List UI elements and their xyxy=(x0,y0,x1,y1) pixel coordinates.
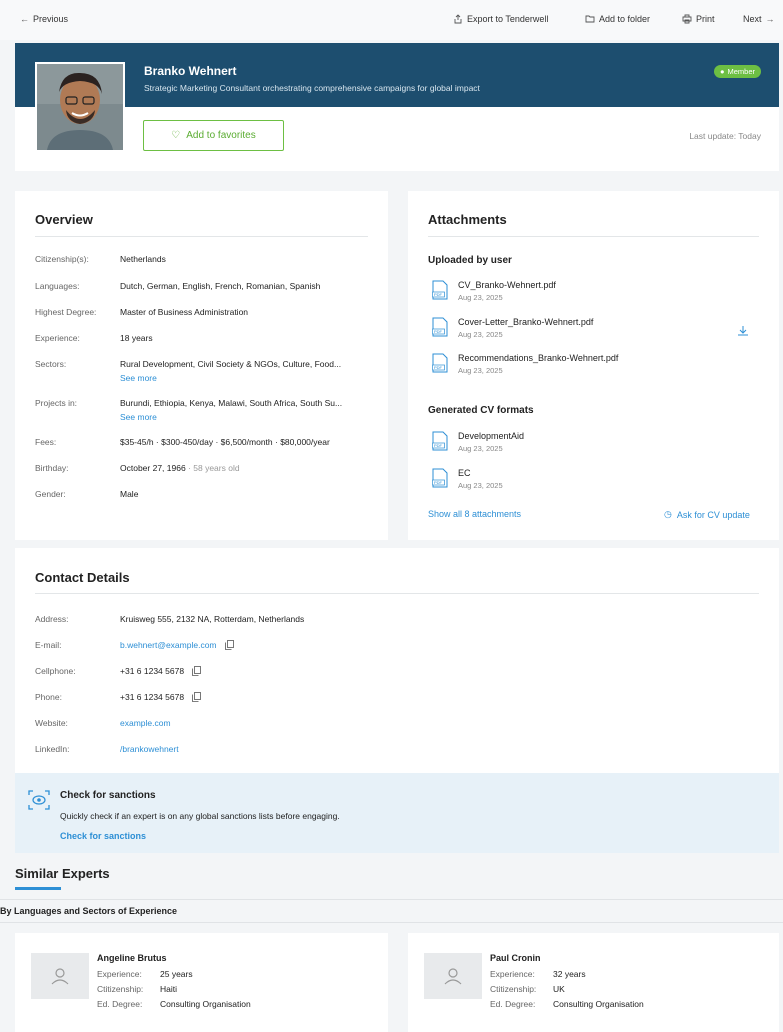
member-badge: ● Member xyxy=(713,65,761,78)
ov-value-sectors: Rural Development, Civil Society & NGOs,… xyxy=(120,359,342,369)
sectors-see-more-link[interactable]: See more xyxy=(120,373,157,383)
ov-label-citizenship: Citizenship(s): xyxy=(35,254,89,264)
attachment-file[interactable]: PDF EC Aug 23, 2025 xyxy=(432,468,503,490)
add-to-folder-button[interactable]: Add to folder xyxy=(585,14,650,24)
similar-experts-title: Similar Experts xyxy=(15,866,110,881)
profile-header: Branko Wehnert Strategic Marketing Consu… xyxy=(15,43,779,171)
profile-tagline: Strategic Marketing Consultant orchestra… xyxy=(144,83,480,93)
copy-icon[interactable] xyxy=(192,666,201,676)
ov-value-fees: $35-45/h · $300-450/day · $6,500/month ·… xyxy=(120,437,330,447)
user-icon xyxy=(51,968,69,985)
ov-label-birthday: Birthday: xyxy=(35,463,69,473)
phone-value: +31 6 1234 5678 xyxy=(120,692,185,702)
add-to-favorites-button[interactable]: ♡ Add to favorites xyxy=(143,120,284,151)
folder-icon xyxy=(585,15,595,23)
ov-value-gender: Male xyxy=(120,489,139,499)
last-update: Last update: Today xyxy=(689,131,761,141)
ov-label-fees: Fees: xyxy=(35,437,57,447)
ov-value-degree: Master of Business Administration xyxy=(120,307,249,317)
ov-label-projects: Projects in: xyxy=(35,398,78,408)
heart-icon: ♡ xyxy=(171,130,181,141)
ov-label-gender: Gender: xyxy=(35,489,66,499)
pdf-icon: PDF xyxy=(432,317,448,337)
attachment-file[interactable]: PDF Cover-Letter_Branko-Wehnert.pdf Aug … xyxy=(432,317,593,339)
ov-value-birthday: October 27, 1966 · 58 years old xyxy=(120,463,240,473)
users-icon: ● xyxy=(719,67,725,76)
ov-value-citizenship: Netherlands xyxy=(120,254,166,264)
cellphone-value: +31 6 1234 5678 xyxy=(120,666,185,676)
pdf-icon: PDF xyxy=(432,353,448,373)
export-button[interactable]: Export to Tenderwell xyxy=(453,14,548,24)
clock-icon: ◷ xyxy=(664,509,672,519)
ov-label-experience: Experience: xyxy=(35,333,80,343)
copy-icon[interactable] xyxy=(192,692,201,702)
attachments-title: Attachments xyxy=(428,212,507,227)
projects-see-more-link[interactable]: See more xyxy=(120,412,157,422)
ask-cv-update-link[interactable]: ◷ Ask for CV update xyxy=(664,509,750,520)
sanctions-text: Quickly check if an expert is on any glo… xyxy=(60,811,340,821)
scan-eye-icon xyxy=(28,790,50,810)
sanctions-panel: Check for sanctions Quickly check if an … xyxy=(15,773,779,853)
contact-title: Contact Details xyxy=(35,570,130,585)
expert-name[interactable]: Angeline Brutus xyxy=(97,953,167,963)
ov-value-projects: Burundi, Ethiopia, Kenya, Malawi, South … xyxy=(120,398,343,408)
address-value: Kruisweg 555, 2132 NA, Rotterdam, Nether… xyxy=(120,614,305,624)
uploaded-by-user-heading: Uploaded by user xyxy=(428,255,512,266)
svg-text:PDF: PDF xyxy=(434,365,443,370)
expert-name[interactable]: Paul Cronin xyxy=(490,953,541,963)
ov-label-sectors: Sectors: xyxy=(35,359,67,369)
svg-text:PDF: PDF xyxy=(434,480,443,485)
svg-text:PDF: PDF xyxy=(434,443,443,448)
attachment-file[interactable]: PDF DevelopmentAid Aug 23, 2025 xyxy=(432,431,524,453)
show-all-attachments-link[interactable]: Show all 8 attachments xyxy=(428,509,521,519)
previous-button[interactable]: ← Previous xyxy=(20,14,68,24)
print-button[interactable]: Print xyxy=(682,14,715,24)
copy-icon[interactable] xyxy=(224,640,234,650)
ov-label-degree: Highest Degree: xyxy=(35,307,97,317)
attachment-file[interactable]: PDF CV_Branko-Wehnert.pdf Aug 23, 2025 xyxy=(432,280,556,302)
arrow-left-icon: ← xyxy=(20,14,29,24)
similar-expert-card[interactable]: Paul Cronin Experience: 32 years Ctitizen… xyxy=(408,933,779,1032)
divider xyxy=(0,899,783,900)
svg-text:PDF: PDF xyxy=(434,329,443,334)
email-link[interactable]: b.wehnert@example.com xyxy=(120,640,217,650)
profile-name: Branko Wehnert xyxy=(144,64,237,78)
overview-title: Overview xyxy=(35,212,93,227)
pdf-icon: PDF xyxy=(432,280,448,300)
similar-expert-card[interactable]: Angeline Brutus Experience: 25 years Ctit… xyxy=(15,933,388,1032)
profile-photo xyxy=(35,62,125,152)
avatar xyxy=(31,953,89,999)
check-sanctions-link[interactable]: Check for sanctions xyxy=(60,831,146,841)
pdf-icon: PDF xyxy=(432,468,448,488)
next-button[interactable]: Next → xyxy=(743,14,775,24)
contact-card: Contact Details Address: Kruisweg 555, 2… xyxy=(15,548,779,773)
sanctions-title: Check for sanctions xyxy=(60,790,156,801)
printer-icon xyxy=(682,14,692,24)
avatar xyxy=(424,953,482,999)
divider xyxy=(0,922,783,923)
generated-cv-heading: Generated CV formats xyxy=(428,405,534,416)
export-icon xyxy=(454,14,462,24)
title-underline xyxy=(15,887,61,890)
top-bar: ← Previous Export to Tenderwell Add to f… xyxy=(0,0,783,40)
pdf-icon: PDF xyxy=(432,431,448,451)
ov-value-experience: 18 years xyxy=(120,333,153,343)
similar-experts-subtitle: By Languages and Sectors of Experience xyxy=(0,906,178,916)
attachment-file[interactable]: PDF Recommendations_Branko-Wehnert.pdf A… xyxy=(432,353,618,375)
linkedin-link[interactable]: /brankowehnert xyxy=(120,744,179,754)
age-text: · 58 years old xyxy=(188,463,240,473)
user-icon xyxy=(444,968,462,985)
attachments-card: Attachments Uploaded by user PDF CV_Bran… xyxy=(408,191,779,540)
profile-banner xyxy=(15,43,779,107)
ov-label-languages: Languages: xyxy=(35,281,80,291)
website-link[interactable]: example.com xyxy=(120,718,171,728)
svg-text:PDF: PDF xyxy=(434,292,443,297)
arrow-right-icon: → xyxy=(765,14,775,24)
overview-card: Overview Citizenship(s): Netherlands Lan… xyxy=(15,191,388,540)
download-icon[interactable] xyxy=(737,325,749,337)
ov-value-languages: Dutch, German, English, French, Romanian… xyxy=(120,281,321,291)
